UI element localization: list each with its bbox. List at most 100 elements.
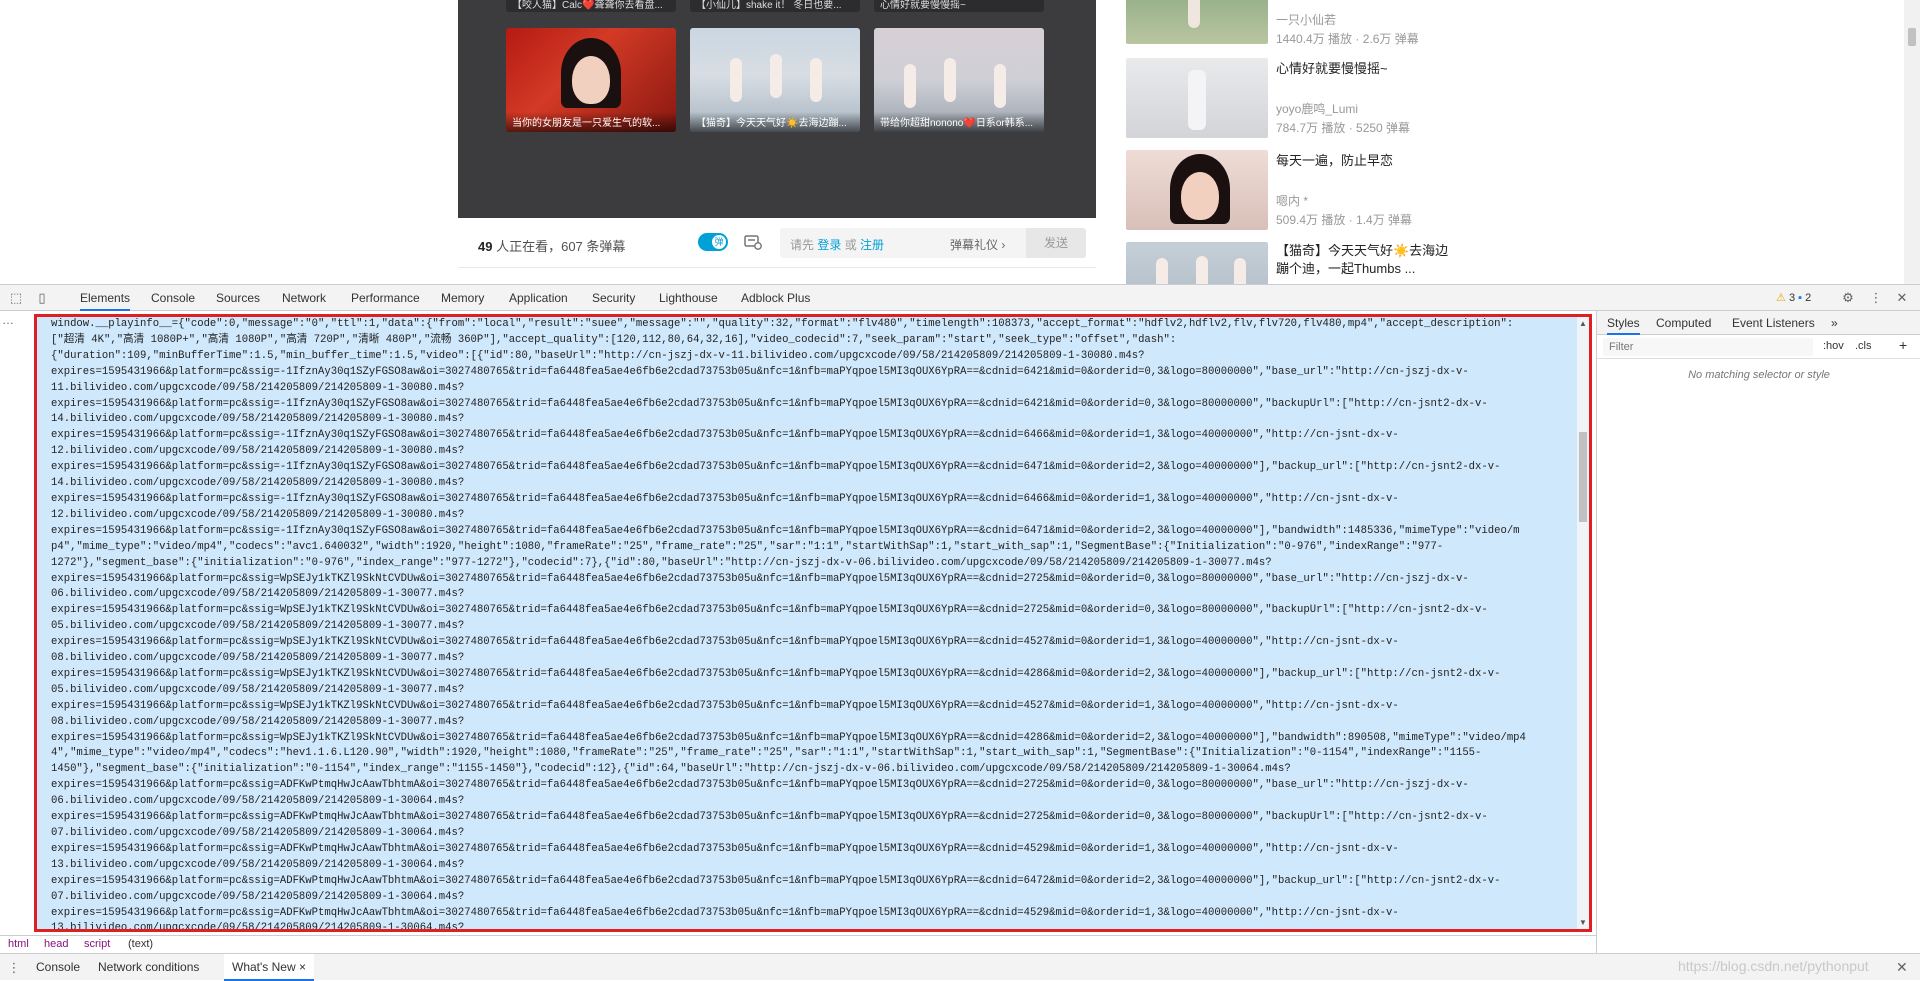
script-line: 14.bilivideo.com/upgcxcode/09/58/2142058… bbox=[51, 477, 465, 490]
end-screen-top-caption: 心情好就要慢慢摇~ bbox=[880, 0, 966, 11]
end-screen-top-card[interactable]: 心情好就要慢慢摇~ bbox=[874, 0, 1044, 12]
tab-security[interactable]: Security bbox=[592, 285, 635, 311]
script-line: 1272"},"segment_base":{"initialization":… bbox=[51, 556, 1272, 569]
thumbnail-figure bbox=[904, 64, 916, 108]
recommendation-item[interactable]: 心情好就要慢慢摇~ yoyo鹿鸣_Lumi 784.7万 播放 · 5250 弹… bbox=[1126, 58, 1526, 138]
tab-sources[interactable]: Sources bbox=[216, 285, 260, 311]
recommendation-title[interactable]: 心情好就要慢慢摇~ bbox=[1276, 60, 1456, 78]
message-icon: ▪ bbox=[1798, 292, 1803, 304]
breadcrumb-text[interactable]: (text) bbox=[128, 938, 153, 950]
tab-adblock-plus[interactable]: Adblock Plus bbox=[741, 285, 810, 311]
more-options-icon[interactable]: ⋮ bbox=[1868, 290, 1884, 306]
styles-filter-input[interactable]: Filter bbox=[1603, 338, 1813, 356]
script-line: expires=1595431966&platform=pc&ssig=-1If… bbox=[51, 397, 1488, 410]
recommendation-thumbnail[interactable] bbox=[1126, 0, 1268, 44]
drawer-menu-icon[interactable]: ⋮ bbox=[6, 960, 22, 976]
danmaku-etiquette-link[interactable]: 弹幕礼仪 › bbox=[950, 236, 1005, 253]
page-scrollbar-thumb[interactable] bbox=[1908, 28, 1916, 46]
web-page-viewport: 【咬人猫】Calc❤️聋聋你去看盘... 【小仙儿】shake it！ 冬日也要… bbox=[0, 0, 1920, 284]
script-line: 06.bilivideo.com/upgcxcode/09/58/2142058… bbox=[51, 588, 465, 601]
recommendation-thumbnail[interactable] bbox=[1126, 242, 1268, 284]
recommendation-uploader[interactable]: yoyo鹿鸣_Lumi bbox=[1276, 100, 1358, 117]
script-line: expires=1595431966&platform=pc&ssig=WpSE… bbox=[51, 636, 1399, 649]
node-ellipsis-icon[interactable]: … bbox=[2, 313, 14, 327]
tab-network[interactable]: Network bbox=[282, 285, 326, 311]
script-line: expires=1595431966&platform=pc&ssig=WpSE… bbox=[51, 604, 1488, 617]
end-screen-card[interactable]: 【猫奇】今天天气好☀️去海边蹦... bbox=[690, 28, 860, 132]
tab-memory[interactable]: Memory bbox=[441, 285, 484, 311]
page-scrollbar[interactable] bbox=[1904, 0, 1920, 284]
styles-tabs: Styles Computed Event Listeners » bbox=[1597, 311, 1920, 335]
tab-event-listeners[interactable]: Event Listeners bbox=[1732, 311, 1815, 335]
video-player[interactable]: 【咬人猫】Calc❤️聋聋你去看盘... 【小仙儿】shake it！ 冬日也要… bbox=[458, 0, 1096, 218]
tab-elements[interactable]: Elements bbox=[80, 285, 131, 311]
drawer-tab-whats-new[interactable]: What's New × bbox=[224, 954, 314, 981]
script-line: 11.bilivideo.com/upgcxcode/09/58/2142058… bbox=[51, 381, 465, 394]
script-line: 13.bilivideo.com/upgcxcode/09/58/2142058… bbox=[51, 922, 465, 932]
danmaku-settings-icon[interactable] bbox=[744, 234, 762, 250]
drawer-tab-network-conditions[interactable]: Network conditions bbox=[98, 954, 199, 981]
code-scrollbar[interactable]: ▲ ▼ bbox=[1577, 317, 1589, 929]
recommendation-thumbnail[interactable] bbox=[1126, 58, 1268, 138]
script-line: 12.bilivideo.com/upgcxcode/09/58/2142058… bbox=[51, 445, 465, 458]
login-link[interactable]: 登录 bbox=[817, 238, 841, 252]
danmaku-count: 607 条弹幕 bbox=[561, 239, 626, 254]
hint-or: 或 bbox=[841, 238, 861, 252]
tab-lighthouse[interactable]: Lighthouse bbox=[659, 285, 718, 311]
tab-computed[interactable]: Computed bbox=[1656, 311, 1711, 335]
script-line: ["超清 4K","高清 1080P+","高清 1080P","高清 720P… bbox=[51, 333, 1177, 346]
drawer-tab-console[interactable]: Console bbox=[36, 954, 80, 981]
issues-counter[interactable]: ⚠ 3 ▪ 2 bbox=[1776, 285, 1811, 311]
recommendation-title[interactable]: 每天一遍，防止早恋 bbox=[1276, 152, 1456, 170]
settings-gear-icon[interactable]: ⚙ bbox=[1840, 290, 1856, 306]
danmaku-toggle[interactable]: 弹 bbox=[698, 233, 728, 251]
thumbnail-figure bbox=[1181, 172, 1219, 220]
script-line: p4","mime_type":"video/mp4","codecs":"av… bbox=[51, 540, 1444, 553]
register-link[interactable]: 注册 bbox=[860, 238, 884, 252]
close-devtools-icon[interactable]: ✕ bbox=[1894, 290, 1910, 306]
tab-performance[interactable]: Performance bbox=[351, 285, 420, 311]
scroll-up-arrow-icon[interactable]: ▲ bbox=[1579, 319, 1587, 328]
thumbnail-figure bbox=[1196, 256, 1208, 284]
end-screen-card[interactable]: 带给你超甜nonono❤️日系or韩系... bbox=[874, 28, 1044, 132]
code-scrollbar-thumb[interactable] bbox=[1579, 432, 1587, 522]
script-line: 05.bilivideo.com/upgcxcode/09/58/2142058… bbox=[51, 683, 465, 696]
breadcrumb-head[interactable]: head bbox=[44, 938, 68, 950]
hover-state-toggle[interactable]: :hov bbox=[1823, 340, 1844, 352]
tab-console[interactable]: Console bbox=[151, 285, 195, 311]
end-screen-top-card[interactable]: 【咬人猫】Calc❤️聋聋你去看盘... bbox=[506, 0, 676, 12]
end-screen-card[interactable]: 当你的女朋友是一只爱生气的软... bbox=[506, 28, 676, 132]
recommendation-uploader[interactable]: 一只小仙若 bbox=[1276, 11, 1336, 28]
script-line: expires=1595431966&platform=pc&ssig=ADFK… bbox=[51, 779, 1469, 792]
recommendation-item[interactable]: 【猫奇】今天天气好☀️去海边蹦个迪，一起Thumbs ... bbox=[1126, 242, 1526, 284]
close-tab-icon[interactable]: × bbox=[299, 960, 306, 974]
inspect-element-icon[interactable]: ⬚ bbox=[8, 290, 24, 306]
add-style-rule-icon[interactable]: + bbox=[1899, 337, 1907, 353]
breadcrumb-script[interactable]: script bbox=[84, 938, 110, 950]
recommendation-uploader[interactable]: 嗯内 * bbox=[1276, 192, 1308, 209]
drawer-tab-whats-new-label: What's New bbox=[232, 960, 296, 974]
device-toolbar-icon[interactable]: ▯ bbox=[34, 290, 50, 306]
recommendation-title[interactable]: 【猫奇】今天天气好☀️去海边蹦个迪，一起Thumbs ... bbox=[1276, 242, 1456, 278]
recommendation-item[interactable]: 一只小仙若 1440.4万 播放 · 2.6万 弹幕 bbox=[1126, 0, 1526, 46]
tab-styles[interactable]: Styles bbox=[1607, 311, 1640, 335]
danmaku-input[interactable]: 请先 登录 或 注册 弹幕礼仪 › 发送 bbox=[780, 228, 1086, 258]
breadcrumb-html[interactable]: html bbox=[8, 938, 29, 950]
class-toggle[interactable]: .cls bbox=[1855, 340, 1872, 352]
more-tabs-chevron-icon[interactable]: » bbox=[1831, 311, 1838, 335]
thumbnail-figure bbox=[1234, 258, 1246, 284]
recommendation-thumbnail[interactable] bbox=[1126, 150, 1268, 230]
recommendation-item[interactable]: 每天一遍，防止早恋 嗯内 * 509.4万 播放 · 1.4万 弹幕 bbox=[1126, 150, 1526, 230]
script-line: expires=1595431966&platform=pc&ssig=-1If… bbox=[51, 492, 1399, 505]
end-screen-top-card[interactable]: 【小仙儿】shake it！ 冬日也要... bbox=[690, 0, 860, 12]
script-line: expires=1595431966&platform=pc&ssig=-1If… bbox=[51, 365, 1469, 378]
script-text-node[interactable]: window.__playinfo__={"code":0,"message":… bbox=[34, 314, 1592, 932]
tab-application[interactable]: Application bbox=[509, 285, 568, 311]
send-button[interactable]: 发送 bbox=[1026, 228, 1086, 258]
script-line: expires=1595431966&platform=pc&ssig=ADFK… bbox=[51, 874, 1501, 887]
scroll-down-arrow-icon[interactable]: ▼ bbox=[1579, 918, 1587, 927]
hint-prefix: 请先 bbox=[790, 238, 818, 252]
script-line: expires=1595431966&platform=pc&ssig=WpSE… bbox=[51, 572, 1469, 585]
script-line: 14.bilivideo.com/upgcxcode/09/58/2142058… bbox=[51, 413, 465, 426]
close-drawer-icon[interactable]: ✕ bbox=[1896, 959, 1908, 976]
